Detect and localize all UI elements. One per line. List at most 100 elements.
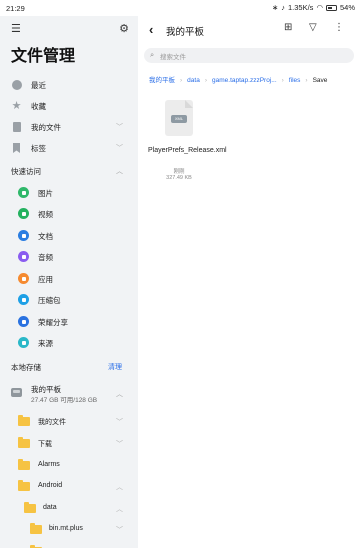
- grid-icon: [18, 337, 29, 348]
- quick-access-label: 音频: [38, 253, 53, 262]
- music-note-icon: [18, 251, 29, 262]
- quick-access-heading: 快速访问: [11, 167, 41, 176]
- tree-item-android[interactable]: Android ︿: [0, 477, 138, 497]
- image-icon: [18, 187, 29, 198]
- breadcrumb-item[interactable]: game.taptap.zzzProj...: [212, 77, 277, 84]
- search-placeholder: 搜索文件: [160, 54, 186, 61]
- tree-item-label: 下载: [38, 441, 52, 448]
- filter-icon[interactable]: ▽: [309, 22, 317, 33]
- new-folder-icon[interactable]: ⊞: [284, 22, 292, 33]
- quick-access-audio[interactable]: 音频: [0, 247, 138, 267]
- sidebar-header: ☰ ⚙: [11, 22, 129, 38]
- chevron-up-icon[interactable]: ︿: [116, 389, 123, 399]
- search-input[interactable]: ⌕ 搜索文件: [144, 48, 354, 63]
- breadcrumb: 我的平板 › data › game.taptap.zzzProj... › files › S…: [149, 74, 360, 86]
- quick-access-apps[interactable]: 应用: [0, 269, 138, 289]
- tree-item-partial[interactable]: [0, 542, 138, 548]
- sidebar-item-label: 最近: [31, 80, 46, 90]
- folder-icon: [18, 480, 30, 491]
- sidebar-item-label: 收藏: [31, 101, 46, 111]
- file-name: PlayerPrefs_Release.xml: [148, 147, 227, 154]
- sidebar-item-favorites[interactable]: ★ 收藏: [0, 96, 138, 116]
- share-icon: [18, 316, 29, 327]
- sidebar-item-my-files[interactable]: 我的文件 ﹀: [0, 117, 138, 137]
- search-icon: ⌕: [150, 50, 155, 59]
- quick-access-sources[interactable]: 来源: [0, 333, 138, 353]
- sidebar-item-tags[interactable]: 标签 ﹀: [0, 138, 138, 158]
- tree-item-bin-mt-plus[interactable]: bin.mt.plus ﹀: [0, 520, 138, 540]
- back-arrow-icon[interactable]: ‹: [149, 22, 153, 37]
- status-time: 21:29: [6, 4, 25, 13]
- tree-item-label: 我的文件: [38, 419, 66, 426]
- quick-access-label: 图片: [38, 189, 53, 198]
- battery-icon: [325, 4, 337, 11]
- breadcrumb-item[interactable]: data: [187, 77, 200, 84]
- quick-access-label: 视频: [38, 210, 53, 219]
- main-pane: ‹ 我的平板 ⊞ ▽ ⋮ ⌕ 搜索文件 我的平板 › data › game.tapta…: [138, 16, 360, 548]
- chevron-down-icon[interactable]: ﹀: [116, 525, 123, 535]
- tree-item-alarms[interactable]: Alarms: [0, 456, 138, 476]
- xml-file-icon: XML: [165, 100, 193, 136]
- mute-icon: ♪: [281, 3, 285, 12]
- tree-item-my-files[interactable]: 我的文件 ﹀: [0, 412, 138, 432]
- quick-access-archives[interactable]: 压缩包: [0, 290, 138, 310]
- breadcrumb-item[interactable]: 我的平板: [149, 77, 175, 84]
- tablet-icon: [11, 388, 22, 397]
- file-type-badge: XML: [171, 115, 187, 123]
- local-storage-heading: 本地存储: [11, 363, 41, 372]
- breadcrumb-current[interactable]: Save: [313, 77, 328, 84]
- archive-icon: [18, 294, 29, 305]
- wifi-icon: ◠: [316, 3, 323, 12]
- app-title: 文件管理: [11, 48, 76, 65]
- quick-access-documents[interactable]: 文档: [0, 226, 138, 246]
- tree-item-label: data: [43, 504, 57, 511]
- more-options-icon[interactable]: ⋮: [334, 22, 344, 33]
- collapse-sidebar-icon[interactable]: ☰: [11, 22, 21, 35]
- app-icon: [18, 273, 29, 284]
- settings-gear-icon[interactable]: ⚙: [119, 22, 129, 35]
- page-title: 我的平板: [166, 27, 205, 38]
- device-my-tablet[interactable]: 我的平板 27.47 GB 可用/128 GB ︿: [0, 381, 138, 409]
- bookmark-icon: [11, 143, 22, 154]
- tree-item-data[interactable]: data ︿: [0, 499, 138, 519]
- tree-item-downloads[interactable]: 下载 ﹀: [0, 434, 138, 454]
- device-capacity: 27.47 GB 可用/128 GB: [31, 397, 98, 404]
- chevron-up-icon[interactable]: ︿: [116, 166, 123, 176]
- sidebar-item-label: 标签: [31, 143, 46, 153]
- document-icon: [18, 230, 29, 241]
- chevron-right-icon: ›: [305, 77, 308, 84]
- clock-icon: [11, 80, 22, 91]
- chevron-down-icon[interactable]: ﹀: [116, 417, 123, 427]
- quick-access-label: 文档: [38, 232, 53, 241]
- quick-access-videos[interactable]: 视频: [0, 204, 138, 224]
- folder-icon: [18, 437, 30, 448]
- chevron-up-icon[interactable]: ︿: [116, 504, 123, 514]
- quick-access-images[interactable]: 图片: [0, 183, 138, 203]
- folder-icon: [18, 415, 30, 426]
- file-size: 327.49 KB: [166, 175, 192, 181]
- quick-access-label: 来源: [38, 339, 53, 348]
- chevron-down-icon[interactable]: ﹀: [116, 122, 123, 132]
- breadcrumb-item[interactable]: files: [289, 77, 301, 84]
- folder-icon: [24, 502, 36, 513]
- video-icon: [18, 208, 29, 219]
- quick-access-honor-share[interactable]: 荣耀分享: [0, 312, 138, 332]
- sidebar-item-recent[interactable]: 最近: [0, 75, 138, 95]
- clear-button[interactable]: 清理: [108, 362, 122, 372]
- battery-level: 54%: [339, 3, 355, 12]
- document-icon: [11, 122, 22, 133]
- status-bar: 21:29 ∗ ♪ 1.35K/s ◠ 54%: [0, 0, 360, 16]
- chevron-up-icon[interactable]: ︿: [116, 482, 123, 492]
- quick-access-label: 荣耀分享: [38, 318, 68, 327]
- file-modified-time: 刚刚: [173, 169, 185, 175]
- quick-access-label: 压缩包: [38, 296, 61, 305]
- quick-access-label: 应用: [38, 275, 53, 284]
- chevron-right-icon: ›: [281, 77, 284, 84]
- tree-item-label: Android: [38, 482, 63, 489]
- chevron-down-icon[interactable]: ﹀: [116, 439, 123, 449]
- tree-item-label: Alarms: [38, 461, 60, 468]
- tree-item-label: bin.mt.plus: [49, 525, 83, 532]
- chevron-down-icon[interactable]: ﹀: [116, 143, 123, 153]
- chevron-right-icon: ›: [180, 77, 183, 84]
- folder-icon: [18, 459, 30, 470]
